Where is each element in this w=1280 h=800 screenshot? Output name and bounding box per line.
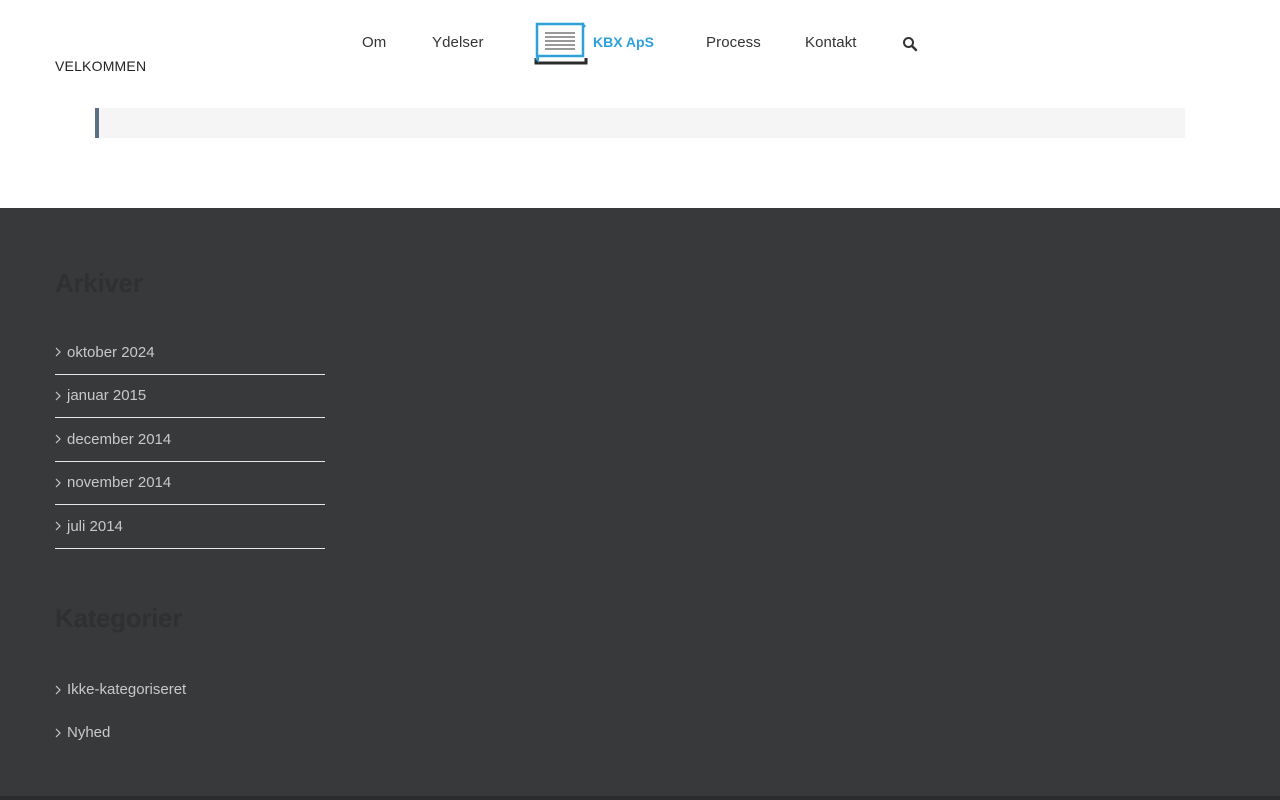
archive-label: juli 2014 [67,517,123,535]
archive-link[interactable]: december 2014 [55,418,325,462]
archive-link[interactable]: oktober 2024 [55,331,325,375]
chevron-right-icon [55,478,67,488]
logo-text: KBX ApS [593,34,654,50]
nav-om[interactable]: Om [362,34,386,51]
monitor-logo-icon [534,22,588,65]
nav-kontakt[interactable]: Kontakt [805,34,857,51]
chevron-right-icon [55,728,67,738]
category-label: Ikke-kategoriseret [67,681,187,698]
category-label: Nyhed [67,724,111,741]
nav-ydelser[interactable]: Ydelser [432,34,484,51]
footer-bottom-edge [0,796,1280,800]
archive-label: november 2014 [67,474,172,492]
archive-link[interactable]: januar 2015 [55,375,325,418]
chevron-right-icon [55,521,67,531]
archive-label: januar 2015 [67,387,147,405]
archive-link[interactable]: juli 2014 [55,505,325,549]
search-icon [903,37,918,52]
archive-link[interactable]: november 2014 [55,462,325,505]
category-link[interactable]: Ikke-kategoriseret [55,668,325,711]
archive-label: oktober 2024 [67,343,155,361]
chevron-right-icon [55,391,67,401]
categories-list: Ikke-kategoriseret Nyhed [55,668,325,754]
chevron-right-icon [55,347,67,357]
chevron-right-icon [55,685,67,695]
blockquote-bar [95,108,1185,138]
page-breadcrumb: VELKOMMEN [55,58,147,74]
category-link[interactable]: Nyhed [55,711,325,754]
site-logo[interactable]: KBX ApS [533,20,657,66]
nav-process[interactable]: Process [706,34,761,51]
chevron-right-icon [55,434,67,444]
archive-label: december 2014 [67,430,172,448]
archives-title: Arkiver [55,268,143,298]
categories-title: Kategorier [55,603,183,633]
search-button[interactable] [902,36,920,54]
site-header: Om Ydelser KBX ApS Process Kontakt VELKO… [0,0,1280,100]
archives-list: oktober 2024 januar 2015 december 2014 n… [55,331,325,549]
